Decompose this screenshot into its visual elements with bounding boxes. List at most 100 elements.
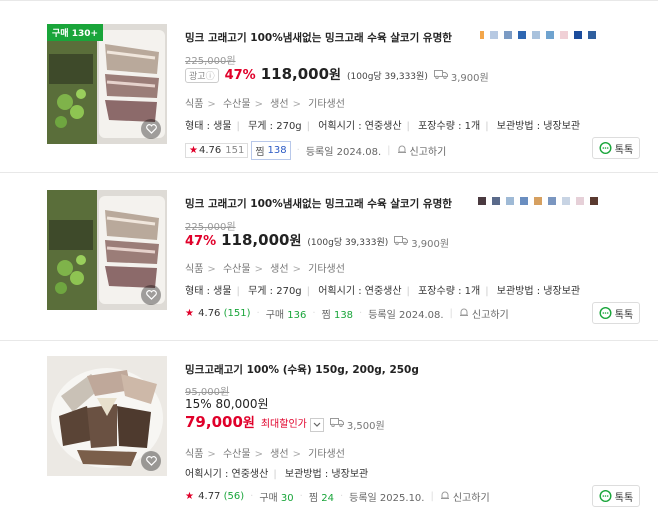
spec-item: 보관방법 : 냉장보관 <box>496 286 581 297</box>
spec-item: 무게 : 270g <box>248 286 302 297</box>
max-discount-label: 최대할인가 <box>260 419 307 430</box>
chat-bubble-icon <box>599 489 612 503</box>
review-rating[interactable]: ★ 4.76 151 <box>185 143 249 158</box>
category-link[interactable]: 식품 <box>185 99 203 110</box>
spec-item: 무게 : 270g <box>248 121 302 132</box>
chat-bubble-icon <box>599 141 612 155</box>
report-link[interactable]: 신고하기 <box>397 143 446 158</box>
product-card: 구매 130+ 밍크 고래고기 100%냄새없는 밍크고래 수육 살코기 유명한… <box>0 0 658 172</box>
product-specs: 형태 : 생물 | 무게 : 270g | 어획시기 : 연중생산 | 포장수량 : … <box>185 121 581 132</box>
siren-icon <box>440 490 450 503</box>
product-card: 밍크 고래고기 100%냄새없는 밍크고래 수육 살코기 유명한 225,000… <box>0 172 658 340</box>
unit-price: (100g당 39,333원) <box>307 238 389 248</box>
talk-button[interactable]: 톡톡 <box>592 302 640 324</box>
category-link[interactable]: 수산물 <box>223 99 251 110</box>
zzim-count[interactable]: 찜 138 <box>322 306 353 321</box>
registered-date: 등록일 2025.10. <box>349 493 425 504</box>
spec-item: 형태 : 생물 <box>185 286 232 297</box>
product-thumbnail[interactable] <box>47 190 167 310</box>
shipping-fee: 3,900원 <box>433 69 489 84</box>
shipping-fee: 3,900원 <box>394 235 449 250</box>
category-link[interactable]: 수산물 <box>223 264 251 275</box>
category-link[interactable]: 수산물 <box>223 449 251 460</box>
product-title[interactable]: 밍크 고래고기 100%냄새없는 밍크고래 수육 살코기 유명한 <box>185 196 452 211</box>
spec-item: 포장수량 : 1개 <box>418 121 481 132</box>
category-link[interactable]: 생선 <box>270 264 288 275</box>
truck-icon <box>329 418 344 430</box>
spec-item: 어획시기 : 연중생산 <box>318 121 402 132</box>
truck-icon <box>433 70 448 82</box>
product-meta: ★ 4.76 151 찜 138 · 등록일 2024.08. | 신고하기 <box>185 141 446 160</box>
review-rating[interactable]: ★ 4.77 (56) <box>185 491 244 502</box>
category-path: 식품 > 수산물 > 생선 > 기타생선 <box>185 99 345 110</box>
chevron-down-icon[interactable] <box>309 417 324 432</box>
chat-bubble-icon <box>599 306 612 320</box>
truck-icon <box>394 236 409 248</box>
purchase-count: 구매 136 <box>265 310 307 321</box>
category-link[interactable]: 기타생선 <box>308 264 345 275</box>
star-icon: ★ <box>185 308 194 319</box>
spec-item: 형태 : 생물 <box>185 121 232 132</box>
category-link[interactable]: 식품 <box>185 264 203 275</box>
heart-icon[interactable] <box>141 285 161 305</box>
product-specs: 형태 : 생물 | 무게 : 270g | 어획시기 : 연중생산 | 포장수량 : … <box>185 286 581 297</box>
product-card: 밍크고래고기 100% (수육) 150g, 200g, 250g 95,000… <box>0 340 658 516</box>
price-line: 광고ⓘ 47% 118,000 원 (100g당 39,333원) 3,900원 <box>185 64 489 84</box>
product-thumbnail[interactable] <box>47 356 167 476</box>
currency-label: 원 <box>289 234 302 249</box>
blurred-title-text <box>478 197 598 205</box>
star-icon: ★ <box>185 491 194 502</box>
report-link[interactable]: 신고하기 <box>459 306 509 321</box>
siren-icon <box>397 144 407 157</box>
unit-price: (100g당 39,333원) <box>347 72 428 82</box>
product-title[interactable]: 밍크고래고기 100% (수육) 150g, 200g, 250g <box>185 362 419 377</box>
divider <box>0 340 658 341</box>
review-rating[interactable]: ★ 4.76 (151) <box>185 308 251 319</box>
sale-price: 118,000 <box>260 65 330 83</box>
category-path: 식품 > 수산물 > 생선 > 기타생선 <box>185 449 345 460</box>
product-thumbnail[interactable]: 구매 130+ <box>47 24 167 144</box>
registered-date: 등록일 2024.08. <box>368 310 444 321</box>
category-link[interactable]: 기타생선 <box>308 99 345 110</box>
divider <box>0 0 658 1</box>
category-link[interactable]: 생선 <box>270 449 288 460</box>
category-link[interactable]: 생선 <box>270 99 288 110</box>
talk-button[interactable]: 톡톡 <box>592 485 640 507</box>
discount-rate: 47% <box>185 234 217 249</box>
divider <box>0 172 658 173</box>
purchase-count-badge: 구매 130+ <box>47 24 104 41</box>
registered-date: 등록일 2024.08. <box>305 147 382 158</box>
spec-item: 포장수량 : 1개 <box>418 286 481 297</box>
discount-price: 15% 80,000원 <box>185 397 269 411</box>
report-link[interactable]: 신고하기 <box>440 489 490 504</box>
price-line: 79,000 원 최대할인가 3,500원 <box>185 412 385 432</box>
product-specs: 어획시기 : 연중생산 | 보관방법 : 냉장보관 <box>185 469 369 480</box>
product-meta: ★ 4.76 (151) · 구매 136 · 찜 138 · 등록일 2024… <box>185 306 509 321</box>
category-link[interactable]: 기타생선 <box>308 449 345 460</box>
category-path: 식품 > 수산물 > 생선 > 기타생선 <box>185 264 345 275</box>
spec-item: 보관방법 : 냉장보관 <box>284 469 369 480</box>
zzim-count[interactable]: 찜 24 <box>309 489 334 504</box>
currency-label: 원 <box>242 416 255 431</box>
product-title[interactable]: 밍크 고래고기 100%냄새없는 밍크고래 수육 살코기 유명한 <box>185 30 452 45</box>
zzim-count[interactable]: 찜 138 <box>251 141 291 160</box>
category-link[interactable]: 식품 <box>185 449 203 460</box>
talk-button[interactable]: 톡톡 <box>592 137 640 159</box>
discount-price-line: 15% 80,000원 <box>185 395 269 412</box>
star-icon: ★ <box>189 145 198 156</box>
blurred-title-text <box>480 31 596 39</box>
ad-badge: 광고ⓘ <box>185 68 219 83</box>
heart-icon[interactable] <box>141 119 161 139</box>
siren-icon <box>459 307 469 320</box>
max-discount-price: 79,000 <box>185 413 243 431</box>
spec-item: 어획시기 : 연중생산 <box>318 286 402 297</box>
shipping-fee: 3,500원 <box>329 417 385 432</box>
discount-rate: 47% <box>224 68 256 83</box>
currency-label: 원 <box>329 68 341 83</box>
heart-icon[interactable] <box>141 451 161 471</box>
price-line: 47% 118,000 원 (100g당 39,333원) 3,900원 <box>185 230 449 250</box>
purchase-count: 구매 30 <box>259 493 294 504</box>
spec-item: 보관방법 : 냉장보관 <box>496 121 581 132</box>
spec-item: 어획시기 : 연중생산 <box>185 469 269 480</box>
product-meta: ★ 4.77 (56) · 구매 30 · 찜 24 · 등록일 2025.10… <box>185 489 490 504</box>
